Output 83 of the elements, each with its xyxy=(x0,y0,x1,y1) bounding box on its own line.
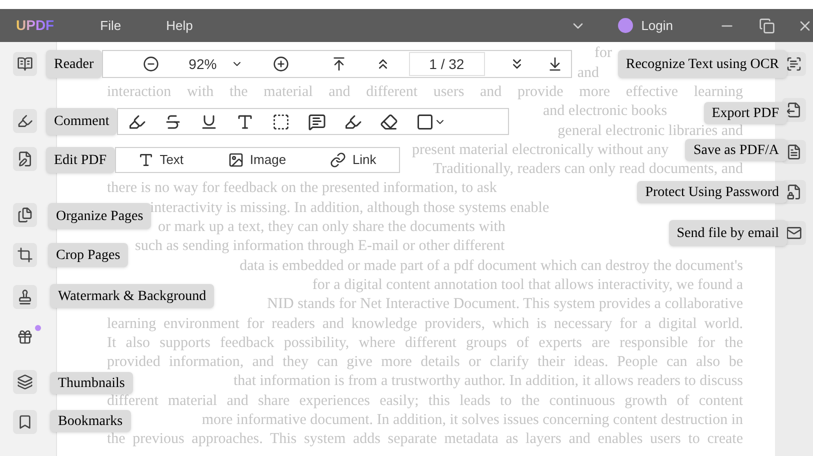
document-text-fragment: NID stands for Net Interactive Document. This system provides a collaborative xyxy=(267,295,743,314)
square-icon xyxy=(416,112,434,130)
document-text-fragment: general electronic libraries and xyxy=(558,122,743,141)
stamp-icon xyxy=(17,289,33,305)
files-icon xyxy=(17,207,33,223)
file-pen-icon xyxy=(17,151,33,167)
menu-item[interactable]: Help xyxy=(166,16,193,36)
sidebar-tool[interactable] xyxy=(13,147,37,171)
first-page-icon[interactable] xyxy=(330,56,347,72)
edit-tool-button[interactable]: Image xyxy=(228,150,286,170)
document-text-line: different material and share experiences easily; this leads to the continuous growth of content xyxy=(107,392,743,411)
file-lock-icon xyxy=(786,184,802,200)
tooltip: Bookmarks xyxy=(50,410,131,432)
menu-item[interactable]: File xyxy=(100,16,122,36)
last-page-icon[interactable] xyxy=(546,56,563,72)
layers-icon xyxy=(17,374,33,390)
file-icon xyxy=(786,144,802,160)
document-text-line: learning environment for readers and knowledge providers, which is necessary for a digital world. xyxy=(107,314,743,334)
document-text-fragment: Traditionally, readers can only read documents, and xyxy=(432,160,743,180)
underline-button[interactable] xyxy=(200,112,218,130)
bookmark-icon xyxy=(17,414,33,430)
sidebar-tool[interactable] xyxy=(13,410,37,434)
document-text-fragment: there is no way for feedback on the presented information, to ask xyxy=(107,179,497,198)
document-text-fragment: more informative document. In addition, it solves issues concerning content destruction in xyxy=(202,411,743,430)
tooltip: Send file by email xyxy=(668,220,787,246)
sidebar-tool[interactable] xyxy=(13,52,37,76)
tooltip: Thumbnails xyxy=(50,372,133,394)
document-text-fragment: for xyxy=(594,44,612,64)
document-text-fragment: present material electronically without any xyxy=(412,140,669,160)
avatar-icon xyxy=(618,18,634,33)
edit-tool-button[interactable]: Text xyxy=(138,150,184,170)
document-text-line: interaction with the material and different users and provide more effective learning xyxy=(107,82,743,102)
document-text-line: the previous approaches. This system adds separate metadata as layers and enables users to create xyxy=(107,430,743,450)
document-text-fragment: for a digital content annotation tool that allows interactivity, we found a xyxy=(312,276,743,295)
text-icon xyxy=(138,152,154,168)
crop-icon xyxy=(17,247,33,263)
page-field[interactable]: 1 / 32 xyxy=(408,52,485,76)
image-icon xyxy=(228,152,244,168)
login-button[interactable]: Login xyxy=(641,16,673,36)
sidebar-tool[interactable] xyxy=(13,370,37,394)
document-text-fragment: that information is from a trustworthy author. In addition, it allows readers to discuss xyxy=(234,372,743,392)
eraser-button[interactable] xyxy=(380,112,398,130)
gift-icon xyxy=(17,329,33,345)
tooltip: Save as PDF/A xyxy=(685,139,787,161)
document-text-fragment: and electronic books xyxy=(543,102,668,122)
sidebar-tool[interactable] xyxy=(13,285,37,309)
sidebar-tool[interactable] xyxy=(13,243,37,267)
text-box-button[interactable] xyxy=(272,112,290,130)
document-text-line: provided information, and they can give more details or clarify their ideas. People can also be xyxy=(107,353,743,372)
tooltip: Watermark & Background xyxy=(50,284,214,308)
file-export-icon xyxy=(786,102,802,118)
edit-tool-button[interactable]: Link xyxy=(330,150,376,170)
shape-button[interactable] xyxy=(416,112,446,130)
highlighter-icon xyxy=(17,113,33,129)
note-button[interactable] xyxy=(308,112,326,130)
document-text-fragment: such as sending information through E-mail or other different xyxy=(135,237,505,256)
restore-icon[interactable] xyxy=(759,18,775,34)
pencil-button[interactable] xyxy=(344,112,362,130)
tooltip: Comment xyxy=(46,108,118,135)
tooltip: Protect Using Password xyxy=(637,181,787,203)
book-icon xyxy=(17,56,33,72)
text-button[interactable] xyxy=(236,112,254,130)
document-text-fragment: and xyxy=(577,64,599,83)
mail-icon xyxy=(786,225,802,241)
document-text-fragment: or mark up a text, they can only share the documents with xyxy=(158,218,506,238)
document-text-fragment: interactivity is missing. In addition, although those systems enable xyxy=(150,198,550,218)
strikethrough-button[interactable] xyxy=(164,112,182,130)
zoom-out-icon[interactable] xyxy=(142,56,159,72)
tooltip: Organize Pages xyxy=(48,203,152,229)
tooltip: Crop Pages xyxy=(48,243,128,267)
zoom-in-icon[interactable] xyxy=(272,56,289,72)
link-icon xyxy=(330,152,346,168)
document-text-line: It also supports feedback possibility, where different groups of experts are responsible for the xyxy=(107,334,743,353)
zoom-level[interactable]: 92% xyxy=(188,54,217,74)
scan-icon xyxy=(786,56,802,72)
tooltip: Recognize Text using OCR xyxy=(618,50,787,78)
sidebar-tool[interactable] xyxy=(13,109,37,133)
tooltip: Reader xyxy=(46,50,102,78)
document-text-fragment: data is embedded or made part of a pdf document which can destroy the document's xyxy=(240,256,743,276)
highlight-button[interactable] xyxy=(128,112,146,130)
sidebar-tool[interactable] xyxy=(13,203,37,227)
tooltip: Edit PDF xyxy=(46,147,115,173)
tooltip: Export PDF xyxy=(704,102,787,124)
